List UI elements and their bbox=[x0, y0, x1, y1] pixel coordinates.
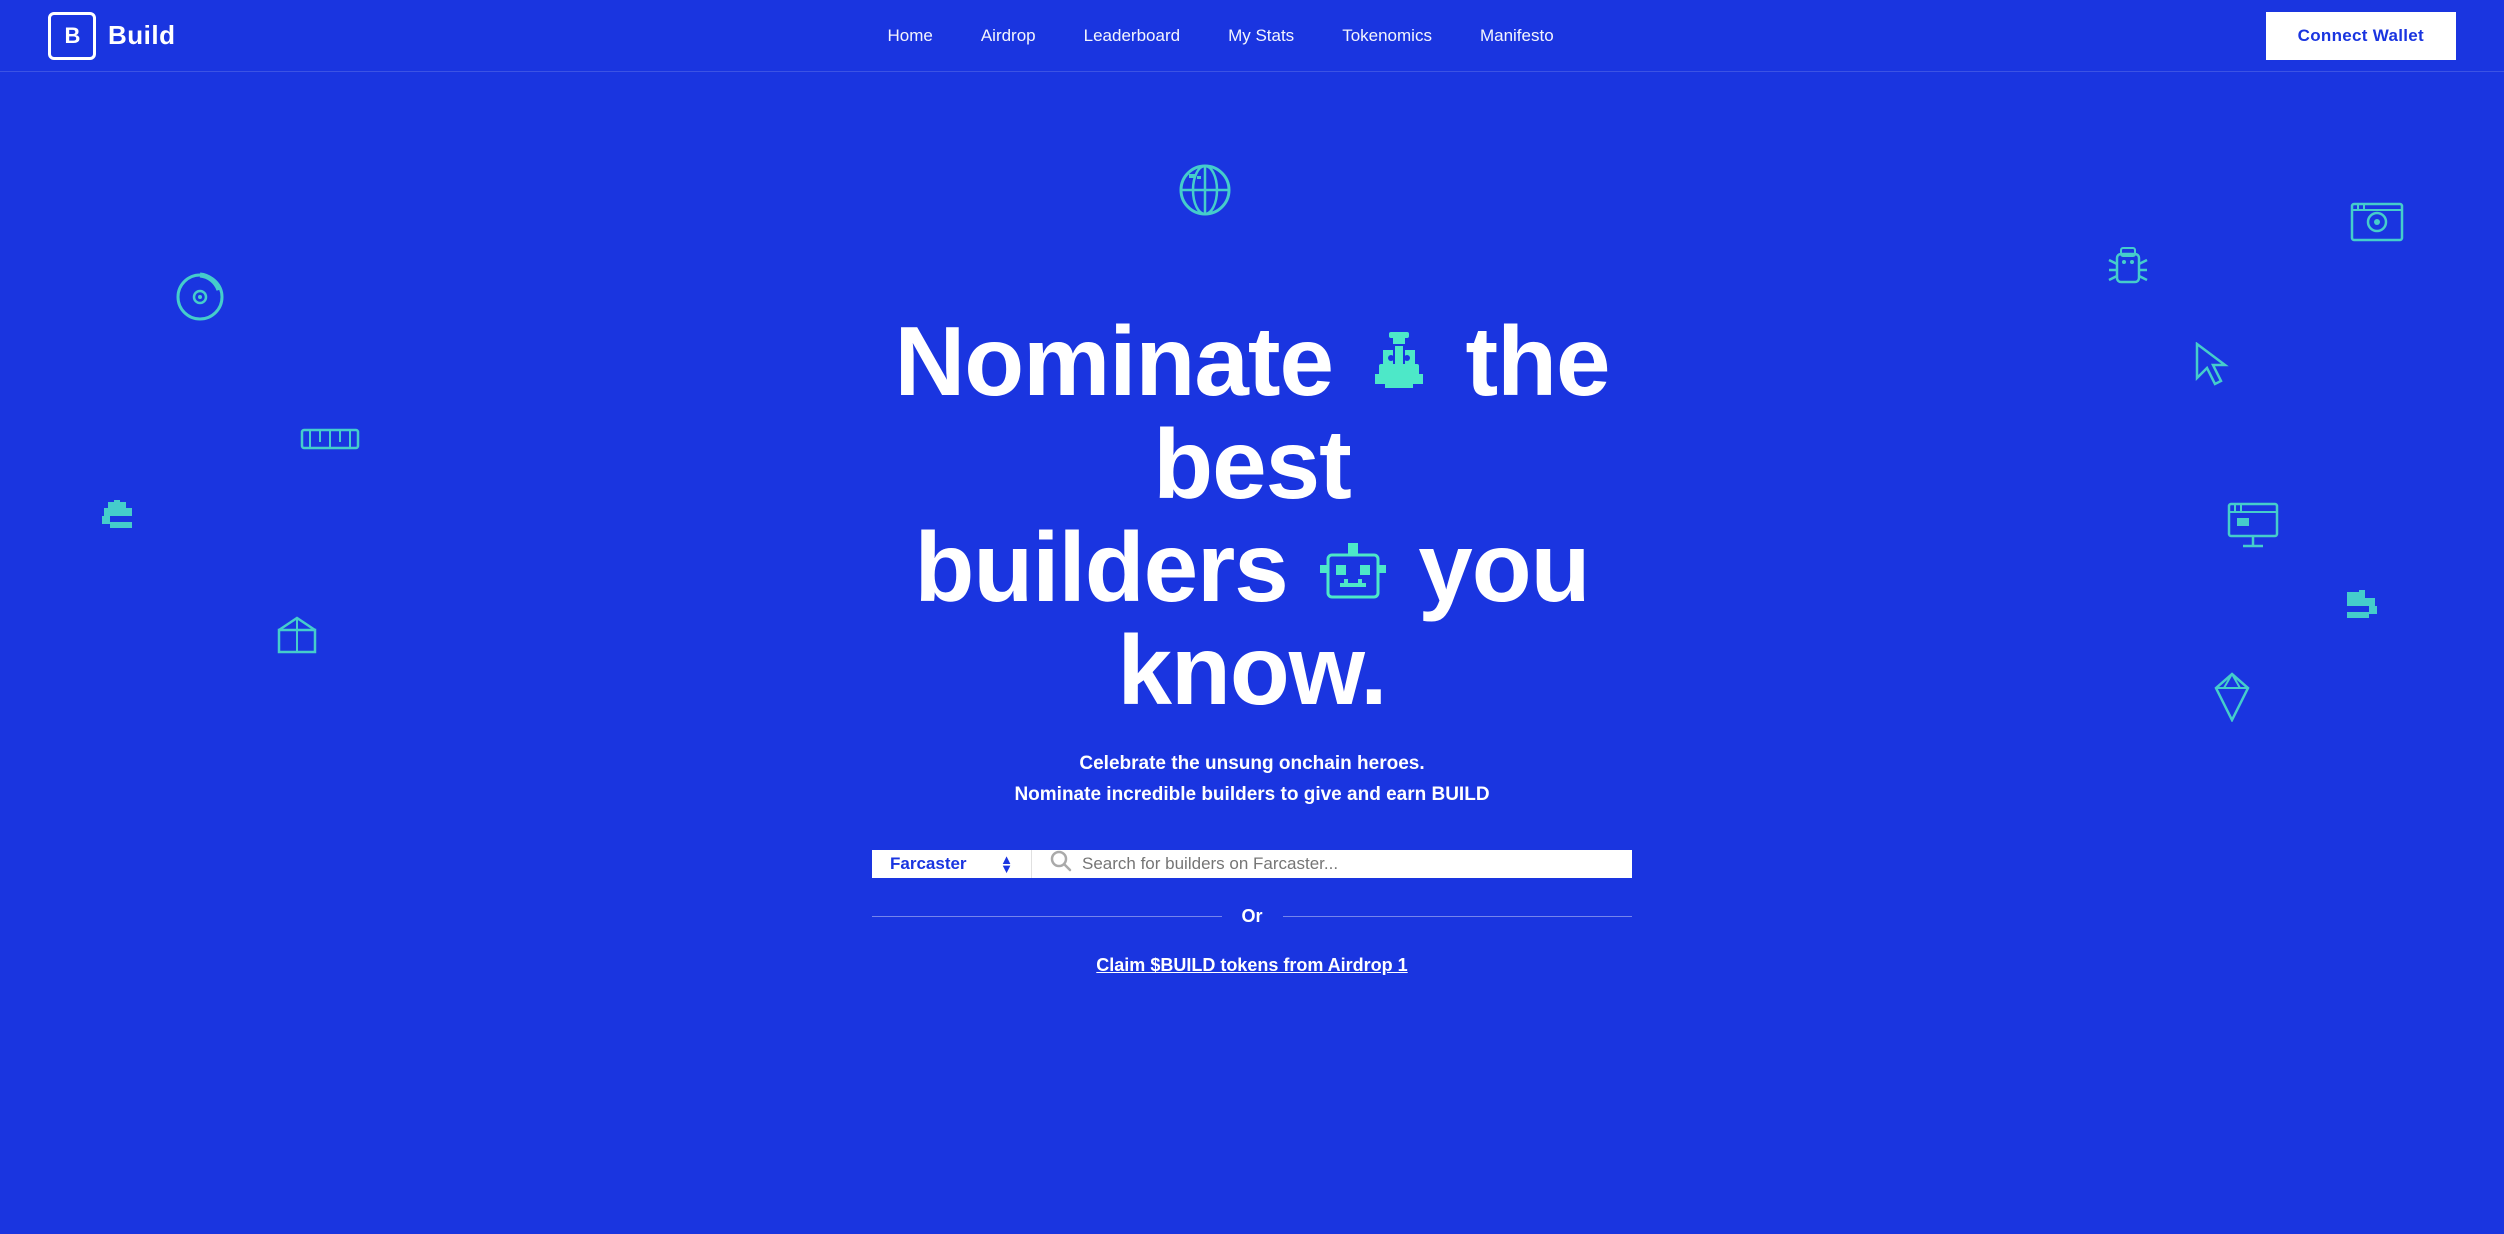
platform-select[interactable]: Farcaster ▲▼ bbox=[872, 850, 1032, 878]
divider-line-left bbox=[872, 916, 1222, 917]
logo-icon: B bbox=[48, 12, 96, 60]
hero-title: Nominate bbox=[802, 310, 1702, 722]
search-box bbox=[1032, 850, 1632, 878]
cursor-icon bbox=[2193, 342, 2229, 396]
globe-icon bbox=[1177, 162, 1233, 231]
bug-icon bbox=[2103, 242, 2153, 309]
hero-subtitle: Celebrate the unsung onchain heroes. Nom… bbox=[1014, 749, 1489, 810]
search-input[interactable] bbox=[1082, 854, 1614, 874]
cd-icon bbox=[175, 272, 225, 333]
claim-link[interactable]: Claim $BUILD tokens from Airdrop 1 bbox=[1096, 955, 1407, 976]
hero-title-line2: builders you know. bbox=[915, 512, 1590, 725]
platform-label: Farcaster bbox=[890, 854, 967, 874]
connect-wallet-button[interactable]: Connect Wallet bbox=[2266, 12, 2456, 60]
hand-point-right-icon bbox=[2331, 582, 2379, 640]
eye-icon bbox=[2350, 202, 2404, 253]
monitor-icon bbox=[2227, 502, 2279, 559]
navbar: B Build Home Airdrop Leaderboard My Stat… bbox=[0, 0, 2504, 72]
robot-face-icon bbox=[1314, 534, 1392, 615]
nav-item-tokenomics[interactable]: Tokenomics bbox=[1342, 26, 1432, 46]
or-text: Or bbox=[1242, 906, 1263, 927]
nav-item-home[interactable]: Home bbox=[887, 26, 932, 46]
or-divider: Or bbox=[872, 906, 1632, 927]
hero-subtitle-line2: Nominate incredible builders to give and… bbox=[1014, 780, 1489, 810]
logo: B Build bbox=[48, 12, 176, 60]
nav-item-my-stats[interactable]: My Stats bbox=[1228, 26, 1294, 46]
nav-item-leaderboard[interactable]: Leaderboard bbox=[1084, 26, 1180, 46]
diamond-icon bbox=[2210, 672, 2254, 732]
ruler-icon bbox=[300, 412, 360, 473]
search-icon bbox=[1050, 850, 1072, 878]
nav-links: Home Airdrop Leaderboard My Stats Tokeno… bbox=[887, 26, 1553, 46]
hero-section: Nominate bbox=[0, 72, 2504, 1234]
chevron-icon: ▲▼ bbox=[1000, 855, 1013, 873]
robot-hands-icon bbox=[1359, 328, 1439, 410]
nav-item-manifesto[interactable]: Manifesto bbox=[1480, 26, 1554, 46]
box-icon bbox=[275, 612, 319, 666]
hero-subtitle-line1: Celebrate the unsung onchain heroes. bbox=[1014, 749, 1489, 779]
hand-point-left-icon bbox=[100, 492, 148, 550]
hero-title-line1: Nominate bbox=[895, 306, 1610, 519]
search-area: Farcaster ▲▼ bbox=[872, 850, 1632, 878]
nav-item-airdrop[interactable]: Airdrop bbox=[981, 26, 1036, 46]
divider-line-right bbox=[1283, 916, 1633, 917]
logo-text: Build bbox=[108, 20, 176, 51]
